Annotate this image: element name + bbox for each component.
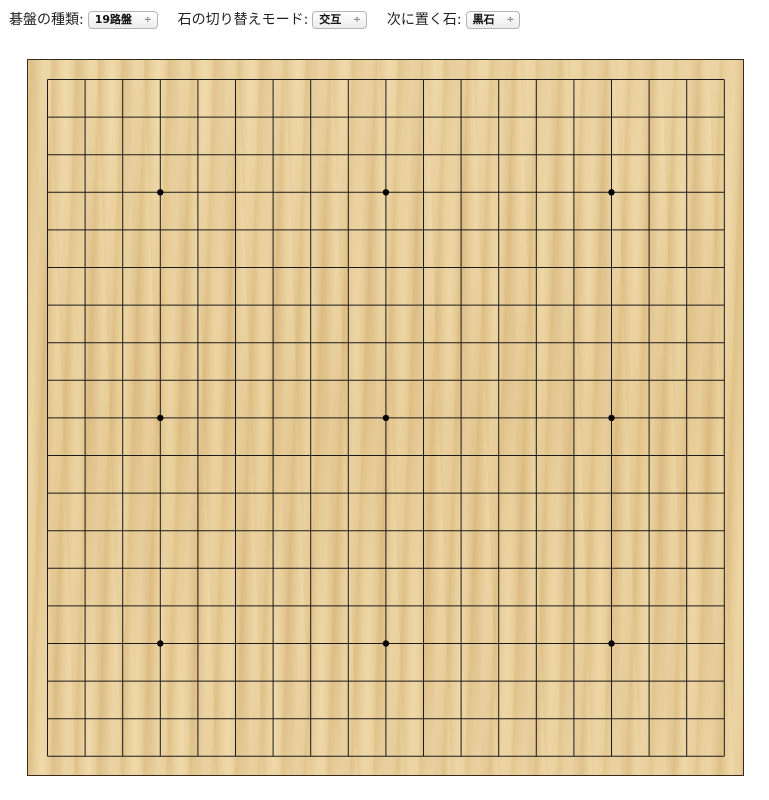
star-point: [157, 414, 164, 422]
select-arrows-icon: ÷: [506, 15, 515, 25]
board-type-field: 碁盤の種類: 19路盤 ÷: [9, 9, 158, 31]
switch-mode-select[interactable]: 交互 ÷: [312, 11, 367, 29]
star-point: [608, 640, 615, 647]
go-board[interactable]: [27, 59, 744, 776]
toolbar: 碁盤の種類: 19路盤 ÷ 石の切り替えモード: 交互 ÷ 次に置く石: 黒石 …: [9, 9, 540, 31]
star-point: [382, 414, 390, 422]
switch-mode-label: 石の切り替えモード:: [177, 12, 309, 28]
switch-mode-field: 石の切り替えモード: 交互 ÷: [178, 9, 367, 31]
star-point: [157, 189, 164, 196]
board-type-select[interactable]: 19路盤 ÷: [87, 11, 158, 29]
select-arrows-icon: ÷: [144, 15, 152, 25]
star-point: [382, 640, 390, 647]
next-stone-value: 黒石: [472, 13, 495, 26]
star-point: [382, 189, 390, 196]
star-point: [608, 414, 615, 422]
select-arrows-icon: ÷: [353, 15, 361, 25]
next-stone-field: 次に置く石: 黒石 ÷: [386, 9, 521, 31]
next-stone-label: 次に置く石:: [386, 12, 462, 28]
next-stone-select[interactable]: 黒石 ÷: [465, 11, 521, 29]
board-type-value: 19路盤: [94, 13, 133, 26]
board-grid[interactable]: [28, 60, 745, 777]
star-point: [157, 640, 164, 647]
star-point: [608, 189, 615, 196]
switch-mode-value: 交互: [319, 13, 342, 26]
board-type-label: 碁盤の種類:: [9, 12, 84, 28]
